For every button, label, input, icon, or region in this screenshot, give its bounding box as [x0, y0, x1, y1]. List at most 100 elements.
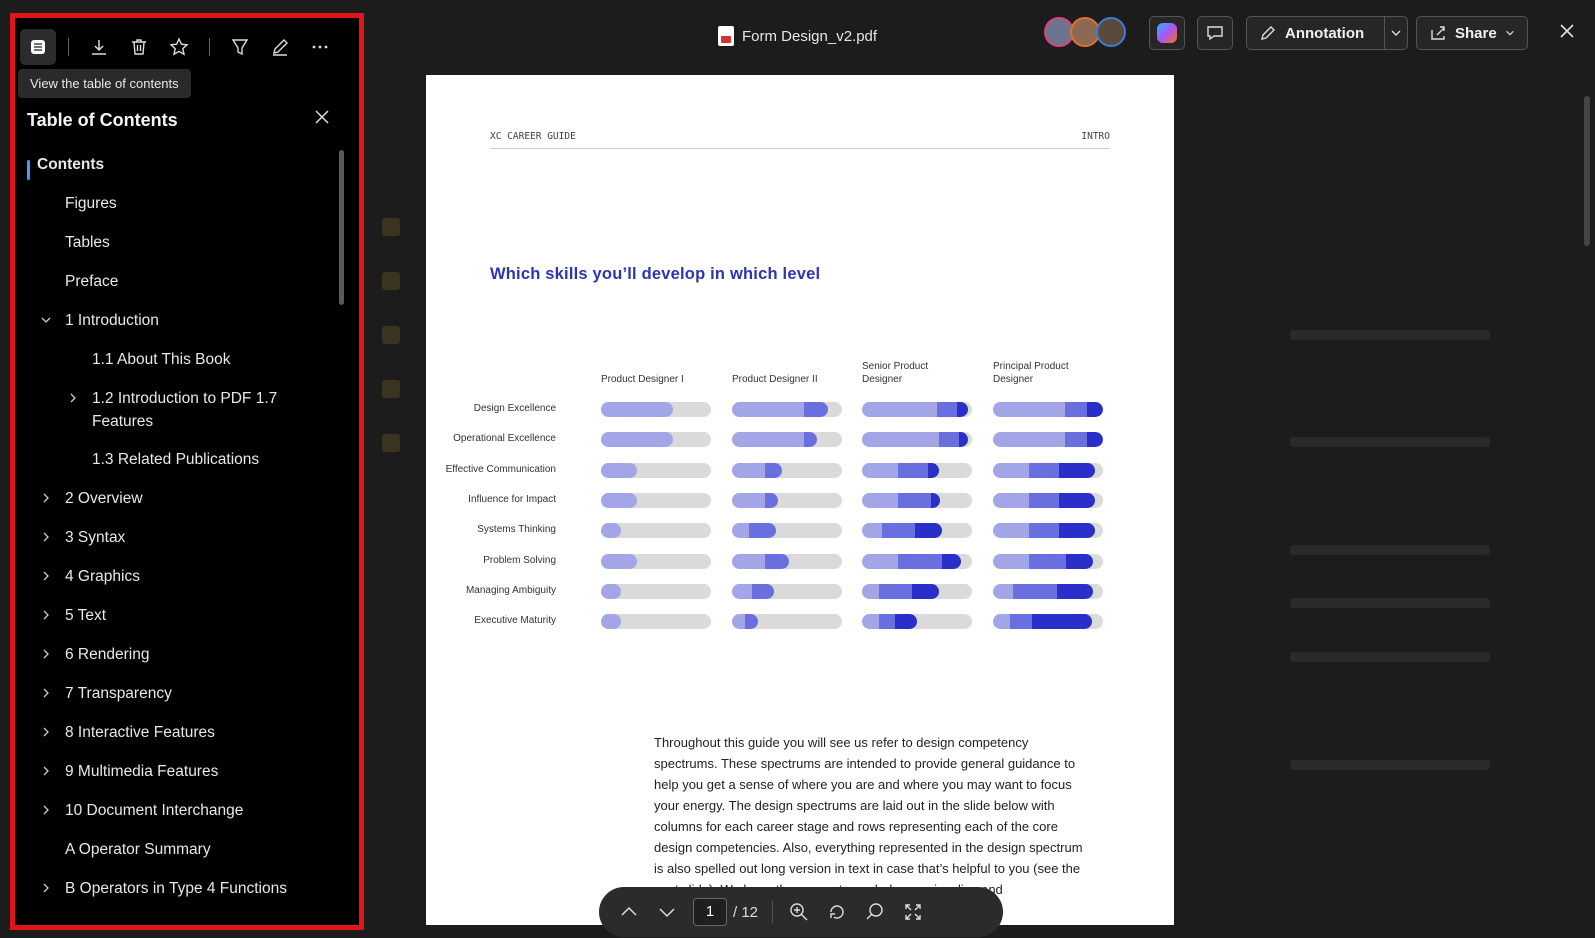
table-of-contents-button[interactable] [20, 29, 56, 65]
fullscreen-button[interactable] [901, 900, 925, 924]
skill-bar [601, 492, 711, 508]
toc-item[interactable]: 1.1 About This Book [92, 348, 230, 371]
skill-bar-segment [732, 553, 765, 569]
chevron-right-icon[interactable] [40, 687, 52, 699]
download-button[interactable] [81, 29, 117, 65]
skill-bar-segment [765, 553, 790, 569]
skill-bar-segment [993, 583, 1013, 599]
favorite-button[interactable] [161, 29, 197, 65]
skill-bar-segment [1009, 614, 1032, 630]
chevron-right-icon[interactable] [40, 765, 52, 777]
toc-item[interactable]: 7 Transparency [65, 682, 172, 705]
bg-row [1290, 598, 1490, 608]
skill-bar [601, 402, 711, 417]
skill-bar-segment [601, 583, 621, 599]
skill-bar-segment [732, 614, 746, 630]
share-label: Share [1455, 24, 1497, 42]
skill-bar [993, 523, 1103, 539]
annotation-button[interactable]: Annotation [1246, 16, 1403, 50]
chevron-down-icon[interactable] [40, 314, 52, 326]
toc-item[interactable]: 1 Introduction [65, 309, 159, 332]
skill-bar-segment [1086, 432, 1103, 448]
close-icon [315, 110, 329, 124]
toc-item[interactable]: 6 Rendering [65, 643, 149, 666]
skill-bar-segment [862, 492, 899, 508]
close-viewer-button[interactable] [1558, 20, 1576, 46]
chevron-right-icon[interactable] [40, 531, 52, 543]
toc-item[interactable]: 1.3 Related Publications [92, 448, 259, 471]
toc-item[interactable]: 1.2 Introduction to PDF 1.7 Features [92, 387, 292, 433]
toc-item[interactable]: 4 Graphics [65, 565, 140, 588]
toc-item[interactable]: 9 Multimedia Features [65, 760, 218, 783]
skill-bar [732, 432, 842, 448]
skill-bar [993, 553, 1103, 569]
toc-item[interactable]: B Operators in Type 4 Functions [65, 877, 287, 900]
zoom-in-button[interactable] [787, 900, 811, 924]
close-toc-button[interactable] [313, 108, 331, 131]
chevron-right-icon[interactable] [67, 392, 79, 404]
chevron-right-icon[interactable] [40, 804, 52, 816]
active-indicator [27, 160, 30, 180]
trash-icon [132, 39, 146, 55]
annotation-dropdown[interactable] [1384, 16, 1408, 50]
previous-page-button[interactable] [617, 900, 641, 924]
search-button[interactable] [863, 900, 887, 924]
copilot-button[interactable] [1149, 16, 1185, 50]
avatar[interactable] [1096, 17, 1126, 47]
skill-bar-segment [1012, 583, 1057, 599]
column-header: Product Designer I [601, 374, 684, 385]
skill-bar-segment [765, 492, 779, 508]
highlight-button[interactable] [222, 29, 258, 65]
chevron-right-icon[interactable] [40, 648, 52, 660]
toc-item[interactable]: Preface [65, 270, 118, 293]
skill-bar [993, 583, 1103, 599]
page-number-input[interactable]: 1 [693, 898, 727, 926]
more-options-button[interactable] [302, 29, 338, 65]
skill-bar-segment [1029, 523, 1059, 539]
bg-folder-icon [382, 272, 400, 290]
chevron-right-icon[interactable] [40, 492, 52, 504]
toc-item[interactable]: Contents [37, 153, 104, 176]
chevron-down-icon [1391, 30, 1401, 36]
skill-bar-segment [862, 462, 899, 478]
page-header-left: XC CAREER GUIDE [490, 131, 576, 142]
toc-item[interactable]: 5 Text [65, 604, 106, 627]
delete-button[interactable] [121, 29, 157, 65]
skill-bar [601, 553, 711, 569]
chevron-right-icon[interactable] [40, 726, 52, 738]
rotate-button[interactable] [825, 900, 849, 924]
next-page-button[interactable] [655, 900, 679, 924]
toc-item[interactable]: A Operator Summary [65, 838, 211, 861]
skill-bar-segment [993, 614, 1010, 630]
toc-item[interactable]: 2 Overview [65, 487, 143, 510]
skill-bar-segment [601, 614, 621, 630]
comments-button[interactable] [1197, 16, 1233, 50]
toc-item[interactable]: 8 Interactive Features [65, 721, 215, 744]
file-title: Form Design_v2.pdf [718, 26, 877, 46]
chevron-right-icon[interactable] [40, 570, 52, 582]
main-scrollbar[interactable] [1584, 96, 1590, 246]
toc-scrollbar[interactable] [339, 150, 344, 305]
skill-bar-segment [1064, 402, 1087, 417]
toc-item[interactable]: Tables [65, 231, 110, 254]
divider [209, 38, 210, 56]
share-button[interactable]: Share [1416, 16, 1528, 50]
toc-item[interactable]: 10 Document Interchange [65, 799, 243, 822]
toc-item[interactable]: 3 Syntax [65, 526, 125, 549]
toc-item[interactable]: Figures [65, 192, 117, 215]
column-header: Senior Product Designer [862, 361, 929, 385]
skill-bar-segment [732, 402, 804, 417]
divider [68, 38, 69, 56]
collaborator-avatars[interactable] [1044, 17, 1126, 47]
bg-row [1290, 330, 1490, 340]
draw-button[interactable] [262, 29, 298, 65]
search-icon [866, 903, 883, 920]
chevron-right-icon[interactable] [40, 609, 52, 621]
skill-bar-segment [878, 614, 895, 630]
chevron-right-icon[interactable] [40, 882, 52, 894]
bg-folder-icon [382, 434, 400, 452]
skill-bar-segment [898, 462, 928, 478]
skill-bar-segment [732, 583, 752, 599]
skill-bar [732, 402, 842, 417]
skill-bar-segment [993, 402, 1065, 417]
